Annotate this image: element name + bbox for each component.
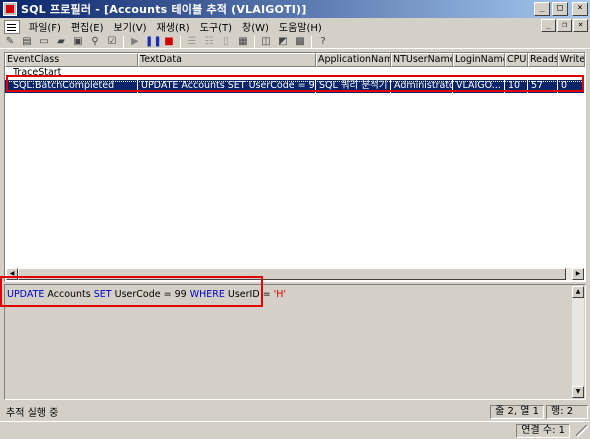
stop-icon[interactable]: ■	[162, 36, 176, 48]
app-icon[interactable]	[3, 2, 17, 16]
cell-ntusername	[391, 67, 453, 80]
menu-window[interactable]: 창(W)	[237, 19, 274, 34]
column-header-cpu[interactable]: CPU	[505, 53, 528, 67]
sql-text-pane[interactable]: UPDATE Accounts SET UserCode = 99 WHERE …	[4, 284, 586, 400]
menu-help[interactable]: 도움말(H)	[274, 19, 327, 34]
sql-keyword: SET	[93, 289, 112, 300]
column-header-writes[interactable]: Writes	[558, 53, 585, 67]
sql-text: UserID =	[224, 289, 274, 300]
menu-file[interactable]: 파일(F)	[24, 19, 66, 34]
cell-loginname: VLAIGO...	[453, 80, 505, 93]
status-row: 행: 2	[546, 404, 588, 419]
close-button[interactable]: ×	[572, 2, 588, 16]
pause-icon[interactable]: ❚❚	[145, 36, 162, 48]
column-header-ntusername[interactable]: NTUserName	[391, 53, 453, 67]
minimize-button[interactable]: _	[534, 2, 550, 16]
output-window-icon[interactable]: ▦	[236, 36, 250, 48]
breakpoint-icon[interactable]: ▯	[219, 36, 233, 48]
step-icon[interactable]: ☰	[185, 36, 199, 48]
open-folder-icon[interactable]: ▰	[54, 36, 68, 48]
find-icon[interactable]: ⚲	[88, 36, 102, 48]
menu-bar: 파일(F) 편집(E) 보기(V) 재생(R) 도구(T) 창(W) 도움말(H…	[0, 18, 590, 35]
table-row[interactable]: TraceStart	[5, 67, 585, 80]
mdi-minimize-button[interactable]: _	[541, 19, 556, 32]
cell-applicationname: SQL 쿼리 분석기	[316, 80, 391, 93]
cell-ntusername: Administrator	[391, 80, 453, 93]
column-header-textdata[interactable]: TextData	[138, 53, 316, 67]
cell-writes	[558, 67, 585, 80]
connection-status-bar: 연결 수: 1	[0, 421, 590, 439]
window-controls: _ □ ×	[534, 2, 588, 16]
cell-loginname	[453, 67, 505, 80]
save-icon[interactable]: ▣	[71, 36, 85, 48]
sql-keyword: UPDATE	[7, 289, 45, 300]
cell-reads: 57	[528, 80, 558, 93]
menu-view[interactable]: 보기(V)	[109, 19, 152, 34]
query-analyzer-icon[interactable]: ◩	[276, 36, 290, 48]
toolbar-separator	[123, 35, 124, 48]
sql-text: UserCode = 99	[111, 289, 190, 300]
open-icon[interactable]: ▭	[37, 36, 51, 48]
table-row-selected[interactable]: SQL:BatchCompleted UPDATE Accounts SET U…	[5, 80, 585, 93]
menu-edit[interactable]: 편집(E)	[66, 19, 109, 34]
scroll-left-icon[interactable]: ◀	[6, 268, 18, 280]
toolbar-separator	[311, 35, 312, 48]
toolbar-separator	[180, 35, 181, 48]
cell-cpu	[505, 67, 528, 80]
cell-eventclass: TraceStart	[13, 67, 62, 78]
menu-replay[interactable]: 재생(R)	[152, 19, 195, 34]
status-position: 줄 2, 열 1	[490, 404, 544, 419]
cell-writes: 0	[558, 80, 585, 93]
trace-settings-icon[interactable]: ◫	[259, 36, 273, 48]
run-to-cursor-icon[interactable]: ☷	[202, 36, 216, 48]
document-icon[interactable]	[4, 19, 20, 34]
cell-textdata	[138, 67, 316, 80]
toolbar: ✎ ▤ ▭ ▰ ▣ ⚲ ☑ ▶ ❚❚ ■ ☰ ☷ ▯ ▦ ◫ ◩ ▩ ?	[0, 35, 590, 49]
mdi-controls: _ ❐ ×	[541, 19, 588, 32]
scroll-right-icon[interactable]: ▶	[572, 268, 584, 280]
sql-text: Accounts	[44, 289, 94, 300]
status-connections: 연결 수: 1	[516, 423, 570, 438]
cell-reads	[528, 67, 558, 80]
resize-grip-icon[interactable]	[576, 424, 588, 437]
horizontal-scrollbar[interactable]: ◀ ▶	[6, 268, 584, 280]
scroll-up-icon[interactable]: ▲	[572, 286, 584, 298]
filter-icon[interactable]: ▩	[293, 36, 307, 48]
toolbar-separator	[254, 35, 255, 48]
status-message: 추적 실행 중	[6, 408, 59, 419]
trace-grid: EventClass TextData ApplicationName NTUs…	[4, 52, 586, 282]
mdi-restore-button[interactable]: ❐	[557, 19, 572, 32]
run-icon[interactable]: ▶	[128, 36, 142, 48]
scroll-thumb[interactable]	[18, 268, 566, 280]
column-header-loginname[interactable]: LoginName	[453, 53, 505, 67]
menu-tools[interactable]: 도구(T)	[195, 19, 237, 34]
maximize-button[interactable]: □	[552, 2, 568, 16]
new-trace-icon[interactable]: ✎	[3, 36, 17, 48]
scroll-down-icon[interactable]: ▼	[572, 386, 584, 398]
sql-string: 'H'	[273, 289, 287, 300]
cell-applicationname	[316, 67, 391, 80]
vertical-scrollbar[interactable]: ▲ ▼	[572, 286, 584, 398]
new-document-icon[interactable]: ▤	[20, 36, 34, 48]
column-header-applicationname[interactable]: ApplicationName	[316, 53, 391, 67]
cell-cpu: 10	[505, 80, 528, 93]
cell-eventclass: SQL:BatchCompleted	[5, 80, 138, 93]
column-header-eventclass[interactable]: EventClass	[5, 53, 138, 67]
properties-icon[interactable]: ☑	[105, 36, 119, 48]
column-header-reads[interactable]: Reads	[528, 53, 558, 67]
mdi-close-button[interactable]: ×	[573, 19, 588, 32]
grid-header: EventClass TextData ApplicationName NTUs…	[5, 53, 585, 67]
status-bar: 추적 실행 중 줄 2, 열 1 행: 2	[0, 403, 590, 420]
sql-statement: UPDATE Accounts SET UserCode = 99 WHERE …	[7, 289, 286, 300]
sql-keyword: WHERE	[189, 289, 225, 300]
title-bar: SQL 프로필러 - [Accounts 테이블 추적 (VLAIGOTI)] …	[0, 0, 590, 18]
help-icon[interactable]: ?	[316, 36, 330, 48]
window-title: SQL 프로필러 - [Accounts 테이블 추적 (VLAIGOTI)]	[21, 3, 307, 16]
cell-textdata: UPDATE Accounts SET UserCode = 9...	[138, 80, 316, 93]
